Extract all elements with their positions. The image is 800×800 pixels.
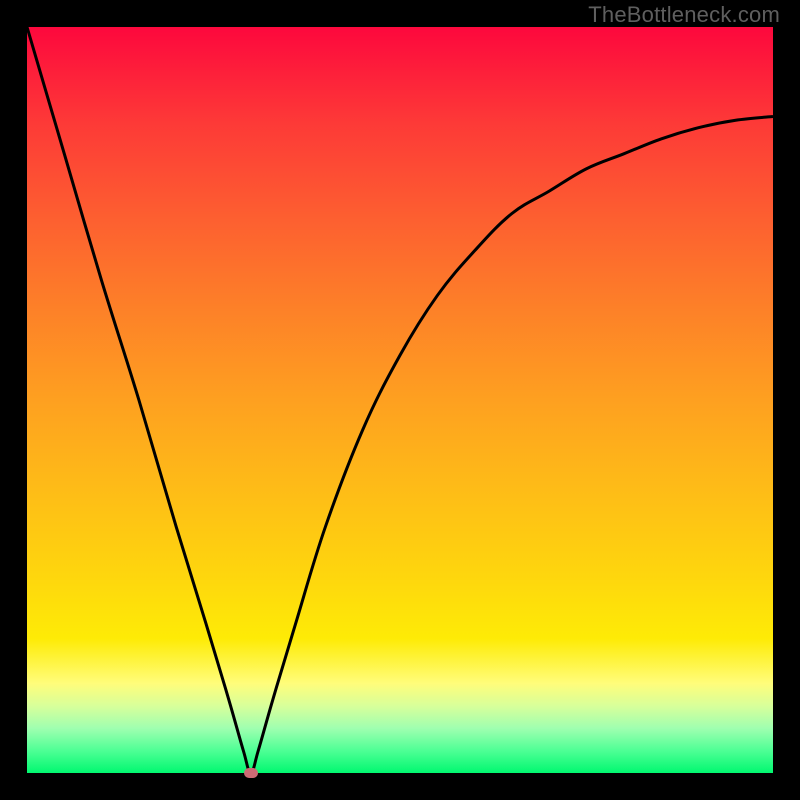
plot-area [27,27,773,773]
bottleneck-curve [27,27,773,773]
watermark-text: TheBottleneck.com [588,2,780,28]
curve-svg [27,27,773,773]
min-point-marker [244,768,258,778]
chart-frame: TheBottleneck.com [0,0,800,800]
